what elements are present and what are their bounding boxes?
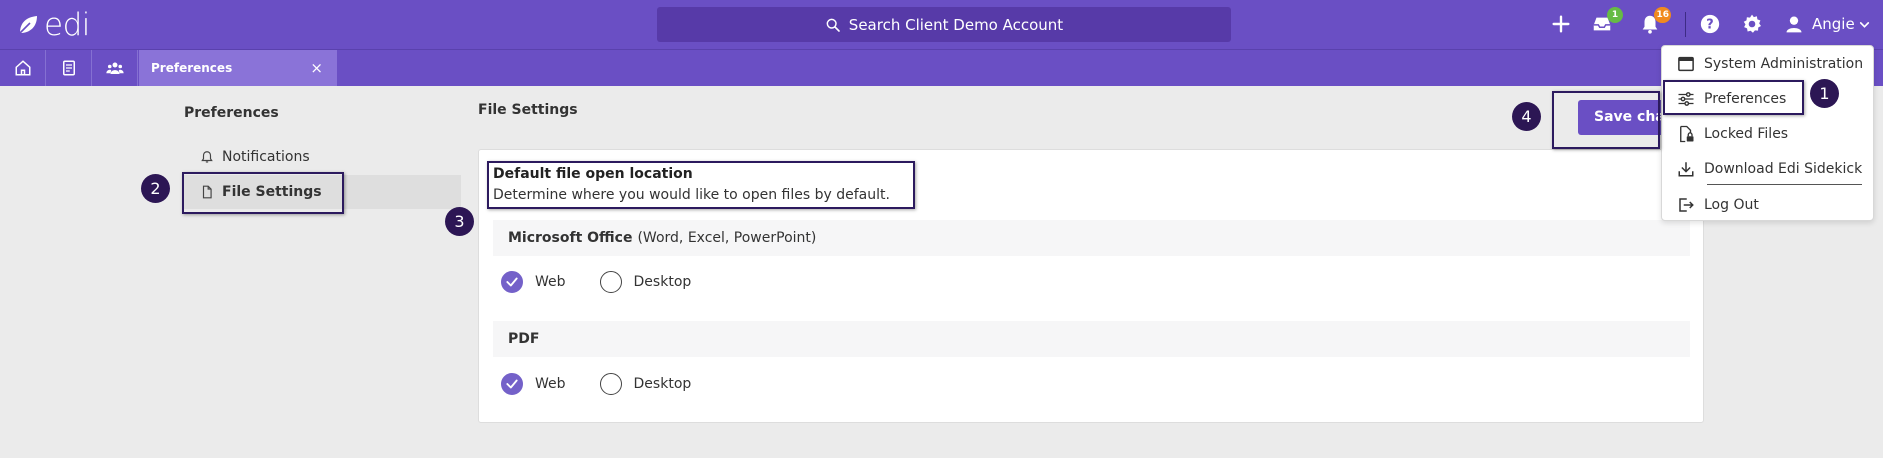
- contacts-tab-button[interactable]: [92, 50, 138, 86]
- office-options: Web Desktop: [501, 270, 725, 294]
- option-label: Desktop: [633, 274, 692, 290]
- documents-tab-button[interactable]: [46, 50, 92, 86]
- group-subtitle: (Word, Excel, PowerPoint): [637, 230, 817, 246]
- chevron-down-icon: [1859, 21, 1869, 28]
- search-bar[interactable]: Search Client Demo Account: [657, 7, 1231, 42]
- highlight-box-file-settings: [182, 172, 344, 214]
- option-label: Web: [535, 274, 566, 290]
- option-label: Web: [535, 376, 566, 392]
- window-icon: [1678, 56, 1694, 72]
- tab-bar: Preferences ×: [0, 49, 1883, 86]
- pdf-options: Web Desktop: [501, 372, 725, 396]
- menu-item-label: Log Out: [1704, 197, 1759, 213]
- people-icon: [105, 62, 124, 74]
- menu-item-label: Download Edi Sidekick: [1704, 161, 1863, 177]
- sidebar-item-notifications[interactable]: Notifications: [184, 140, 461, 174]
- inbox-badge: 1: [1607, 7, 1623, 23]
- edi-logo[interactable]: edi: [16, 8, 90, 42]
- logo-text: edi: [44, 7, 90, 43]
- gear-icon[interactable]: [1740, 12, 1764, 36]
- download-icon: [1678, 162, 1694, 177]
- home-icon: [15, 60, 30, 76]
- office-desktop-radio[interactable]: [599, 271, 622, 293]
- notifications-badge: 16: [1654, 7, 1671, 23]
- home-tab-button[interactable]: [0, 50, 46, 86]
- pdf-desktop-radio[interactable]: [599, 373, 622, 395]
- pdf-group-header: PDF: [493, 321, 1690, 357]
- pdf-web-radio[interactable]: [501, 373, 523, 395]
- bell-icon: [201, 151, 213, 163]
- inbox-icon[interactable]: 1: [1590, 7, 1623, 36]
- highlight-box-save: [1552, 91, 1660, 149]
- menu-item-system-administration[interactable]: System Administration: [1662, 48, 1873, 80]
- highlight-box-preferences: [1663, 80, 1804, 115]
- office-group-header: Microsoft Office (Word, Excel, PowerPoin…: [493, 220, 1690, 256]
- group-title: PDF: [508, 331, 540, 347]
- menu-item-label: Locked Files: [1704, 126, 1789, 142]
- header-divider: [1685, 12, 1686, 37]
- lock-file-icon: [1680, 125, 1694, 143]
- sidebar-item-label: Notifications: [222, 149, 310, 165]
- menu-item-log-out[interactable]: Log Out: [1662, 189, 1873, 221]
- step-marker-2: 2: [141, 174, 170, 203]
- user-dropdown-menu: System Administration Preferences Locked…: [1661, 45, 1874, 221]
- bell-icon[interactable]: 16: [1638, 7, 1671, 36]
- highlight-box-default-location: [487, 161, 915, 209]
- step-marker-4: 4: [1512, 102, 1541, 131]
- check-icon: [506, 277, 518, 287]
- office-web-radio[interactable]: [501, 271, 523, 293]
- user-icon: [1786, 16, 1802, 33]
- help-icon[interactable]: ?: [1698, 12, 1722, 36]
- top-bar: edi Search Client Demo Account 1 16 ? An…: [0, 0, 1883, 49]
- close-tab-icon[interactable]: ×: [310, 59, 323, 77]
- menu-item-download-sidekick[interactable]: Download Edi Sidekick: [1662, 153, 1873, 185]
- user-menu-button[interactable]: Angie: [1784, 12, 1871, 36]
- leaf-icon: [19, 16, 37, 34]
- preferences-nav-title: Preferences: [184, 105, 279, 121]
- tab-preferences-label: Preferences: [151, 61, 233, 75]
- check-icon: [506, 379, 518, 389]
- svg-text:?: ?: [1706, 18, 1713, 33]
- menu-item-label: System Administration: [1704, 56, 1864, 72]
- group-title: Microsoft Office: [508, 230, 633, 246]
- section-title: File Settings: [478, 102, 578, 118]
- step-marker-1: 1: [1810, 79, 1839, 108]
- user-name: Angie: [1812, 15, 1855, 33]
- plus-icon[interactable]: [1549, 12, 1573, 36]
- option-label: Desktop: [633, 376, 692, 392]
- search-icon: [826, 18, 840, 32]
- step-marker-3: 3: [445, 207, 474, 236]
- search-placeholder: Search Client Demo Account: [848, 15, 1064, 34]
- tab-preferences[interactable]: Preferences ×: [139, 50, 337, 86]
- logout-icon: [1679, 198, 1694, 212]
- menu-item-locked-files[interactable]: Locked Files: [1662, 118, 1873, 150]
- menu-divider: [1707, 184, 1862, 185]
- document-icon: [62, 60, 75, 76]
